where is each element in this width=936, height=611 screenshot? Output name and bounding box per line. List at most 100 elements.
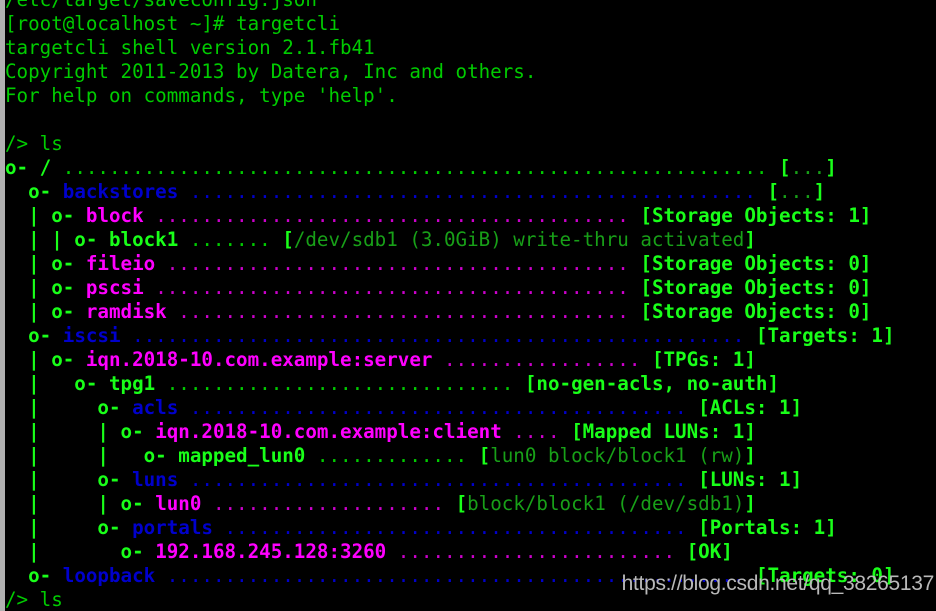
terminal-span: 192.168.245.128:3260 (155, 540, 387, 563)
terminal-span: TPGs: 1 (663, 348, 745, 371)
terminal-span: [ (779, 156, 791, 179)
terminal-span: no-gen-acls, no-auth (536, 372, 768, 395)
terminal-line-acl-client: | | o- iqn.2018-10.com.example:client ..… (5, 420, 895, 444)
terminal-span: ] (744, 228, 756, 251)
terminal-span: [ (640, 300, 652, 323)
terminal-line-block: | o- block .............................… (5, 204, 895, 228)
terminal-span: ............. (305, 444, 479, 467)
terminal-span: | o- (5, 204, 86, 227)
terminal-line-pscsi: | o- pscsi .............................… (5, 276, 895, 300)
terminal-span: targetcli shell version 2.1.fb41 (5, 36, 375, 59)
terminal-span: loopback (62, 564, 156, 587)
terminal-span: /etc/target/saveconfig.json (5, 0, 317, 11)
terminal-span: [ (640, 204, 652, 227)
terminal-span: ] (859, 300, 872, 323)
terminal-span: ] (744, 348, 756, 371)
terminal-span: .............................. (155, 372, 525, 395)
terminal-line-fileio: | o- fileio ............................… (5, 252, 895, 276)
terminal-span: / (39, 156, 52, 179)
terminal-line-iscsi: o- iscsi ...............................… (5, 324, 894, 348)
terminal-span: iscsi (62, 324, 121, 347)
terminal-window[interactable]: /etc/target/saveconfig.json[root@localho… (5, 0, 936, 611)
terminal-span: ........................................… (120, 324, 756, 347)
terminal-screen[interactable]: /etc/target/saveconfig.json[root@localho… (5, 0, 895, 611)
terminal-span: block (85, 204, 144, 227)
terminal-line-ls1: /> ls (5, 132, 895, 156)
terminal-span: acls (132, 396, 179, 419)
terminal-span: LUNs: 1 (709, 468, 791, 491)
terminal-span: | o- (5, 348, 86, 371)
terminal-span: /> ls (5, 132, 63, 155)
terminal-span: | o- (5, 516, 133, 539)
terminal-span: /> ls (5, 588, 63, 611)
terminal-span: [ (698, 468, 710, 491)
terminal-span: lun0 (155, 492, 202, 515)
terminal-span: Storage Objects: 0 (651, 252, 860, 275)
terminal-span: Storage Objects: 0 (651, 300, 860, 323)
terminal-span: [root@localhost ~]# targetcli (5, 12, 341, 35)
terminal-span: luns (132, 468, 179, 491)
terminal-line-portal-addr: | o- 192.168.245.128:3260 ..............… (5, 540, 895, 564)
terminal-span: [ (478, 444, 491, 467)
terminal-line-tpg1: | o- tpg1 ..............................… (5, 372, 895, 396)
terminal-span: [ (755, 564, 768, 587)
terminal-span: ] (859, 204, 872, 227)
terminal-span: pscsi (85, 276, 144, 299)
terminal-span: [ (698, 396, 710, 419)
terminal-span: Targets: 1 (767, 324, 883, 347)
terminal-span: | | o- (5, 420, 156, 443)
terminal-span: ramdisk (85, 300, 167, 323)
terminal-span: ....................................... (166, 300, 641, 323)
scrollbar-track[interactable] (0, 0, 5, 611)
terminal-span: ........................................… (51, 156, 779, 179)
terminal-span: ] (744, 444, 756, 467)
terminal-span: ] (744, 492, 756, 515)
terminal-span: Storage Objects: 1 (651, 204, 860, 227)
terminal-span: ] (721, 540, 733, 563)
terminal-line-version: targetcli shell version 2.1.fb41 (5, 36, 895, 60)
terminal-line-ls2: /> ls (5, 588, 895, 611)
terminal-span: | | o- (5, 444, 179, 467)
terminal-span: | o- (5, 276, 86, 299)
terminal-span: [ (640, 276, 652, 299)
terminal-span: ........................................… (178, 396, 699, 419)
terminal-line-block1: | | o- block1 ....... [/dev/sdb1 (3.0GiB… (5, 228, 895, 252)
terminal-span: [ (686, 540, 699, 563)
terminal-span: Mapped LUNs: 1 (582, 420, 745, 443)
terminal-span: Storage Objects: 0 (651, 276, 860, 299)
scrollbar-thumb[interactable] (0, 0, 5, 611)
terminal-span: | o- (5, 300, 86, 323)
terminal-span: | o- (5, 372, 109, 395)
terminal-span: ] (744, 420, 756, 443)
terminal-span: .... (501, 420, 572, 443)
terminal-line-acls: | o- acls ..............................… (5, 396, 895, 420)
terminal-span: | | o- (5, 492, 156, 515)
terminal-span: [ (455, 492, 468, 515)
terminal-span: Copyright 2011-2013 by Datera, Inc and o… (5, 60, 537, 83)
terminal-span: | o- (5, 396, 133, 419)
terminal-span: Targets: 0 (767, 564, 883, 587)
terminal-span: backstores (62, 180, 179, 203)
terminal-span: [ (640, 252, 652, 275)
terminal-line-target-iqn: | o- iqn.2018-10.com.example:server ....… (5, 348, 895, 372)
terminal-span: ........................................… (143, 276, 641, 299)
terminal-span: ........................ (386, 540, 687, 563)
terminal-span: [ (755, 324, 768, 347)
terminal-span: OK (698, 540, 722, 563)
terminal-span: ] (882, 564, 895, 587)
terminal-line-root: o- / ...................................… (5, 156, 895, 180)
terminal-span: [ (651, 348, 664, 371)
terminal-span: ] (859, 252, 872, 275)
terminal-span: ........................................… (178, 468, 699, 491)
terminal-span: | o- (5, 468, 133, 491)
terminal-span: iqn.2018-10.com.example:client (155, 420, 502, 443)
terminal-span: o- (5, 564, 63, 587)
terminal-span: ... (779, 180, 814, 203)
terminal-span: o- (5, 180, 63, 203)
terminal-span: fileio (85, 252, 156, 275)
terminal-line-portals: | o- portals ...........................… (5, 516, 895, 540)
terminal-span: [ (571, 420, 583, 443)
terminal-span: /dev/sdb1 (3.0GiB) write-thru activated (293, 228, 745, 251)
terminal-span: [ (524, 372, 537, 395)
terminal-span: ....... (178, 228, 283, 251)
